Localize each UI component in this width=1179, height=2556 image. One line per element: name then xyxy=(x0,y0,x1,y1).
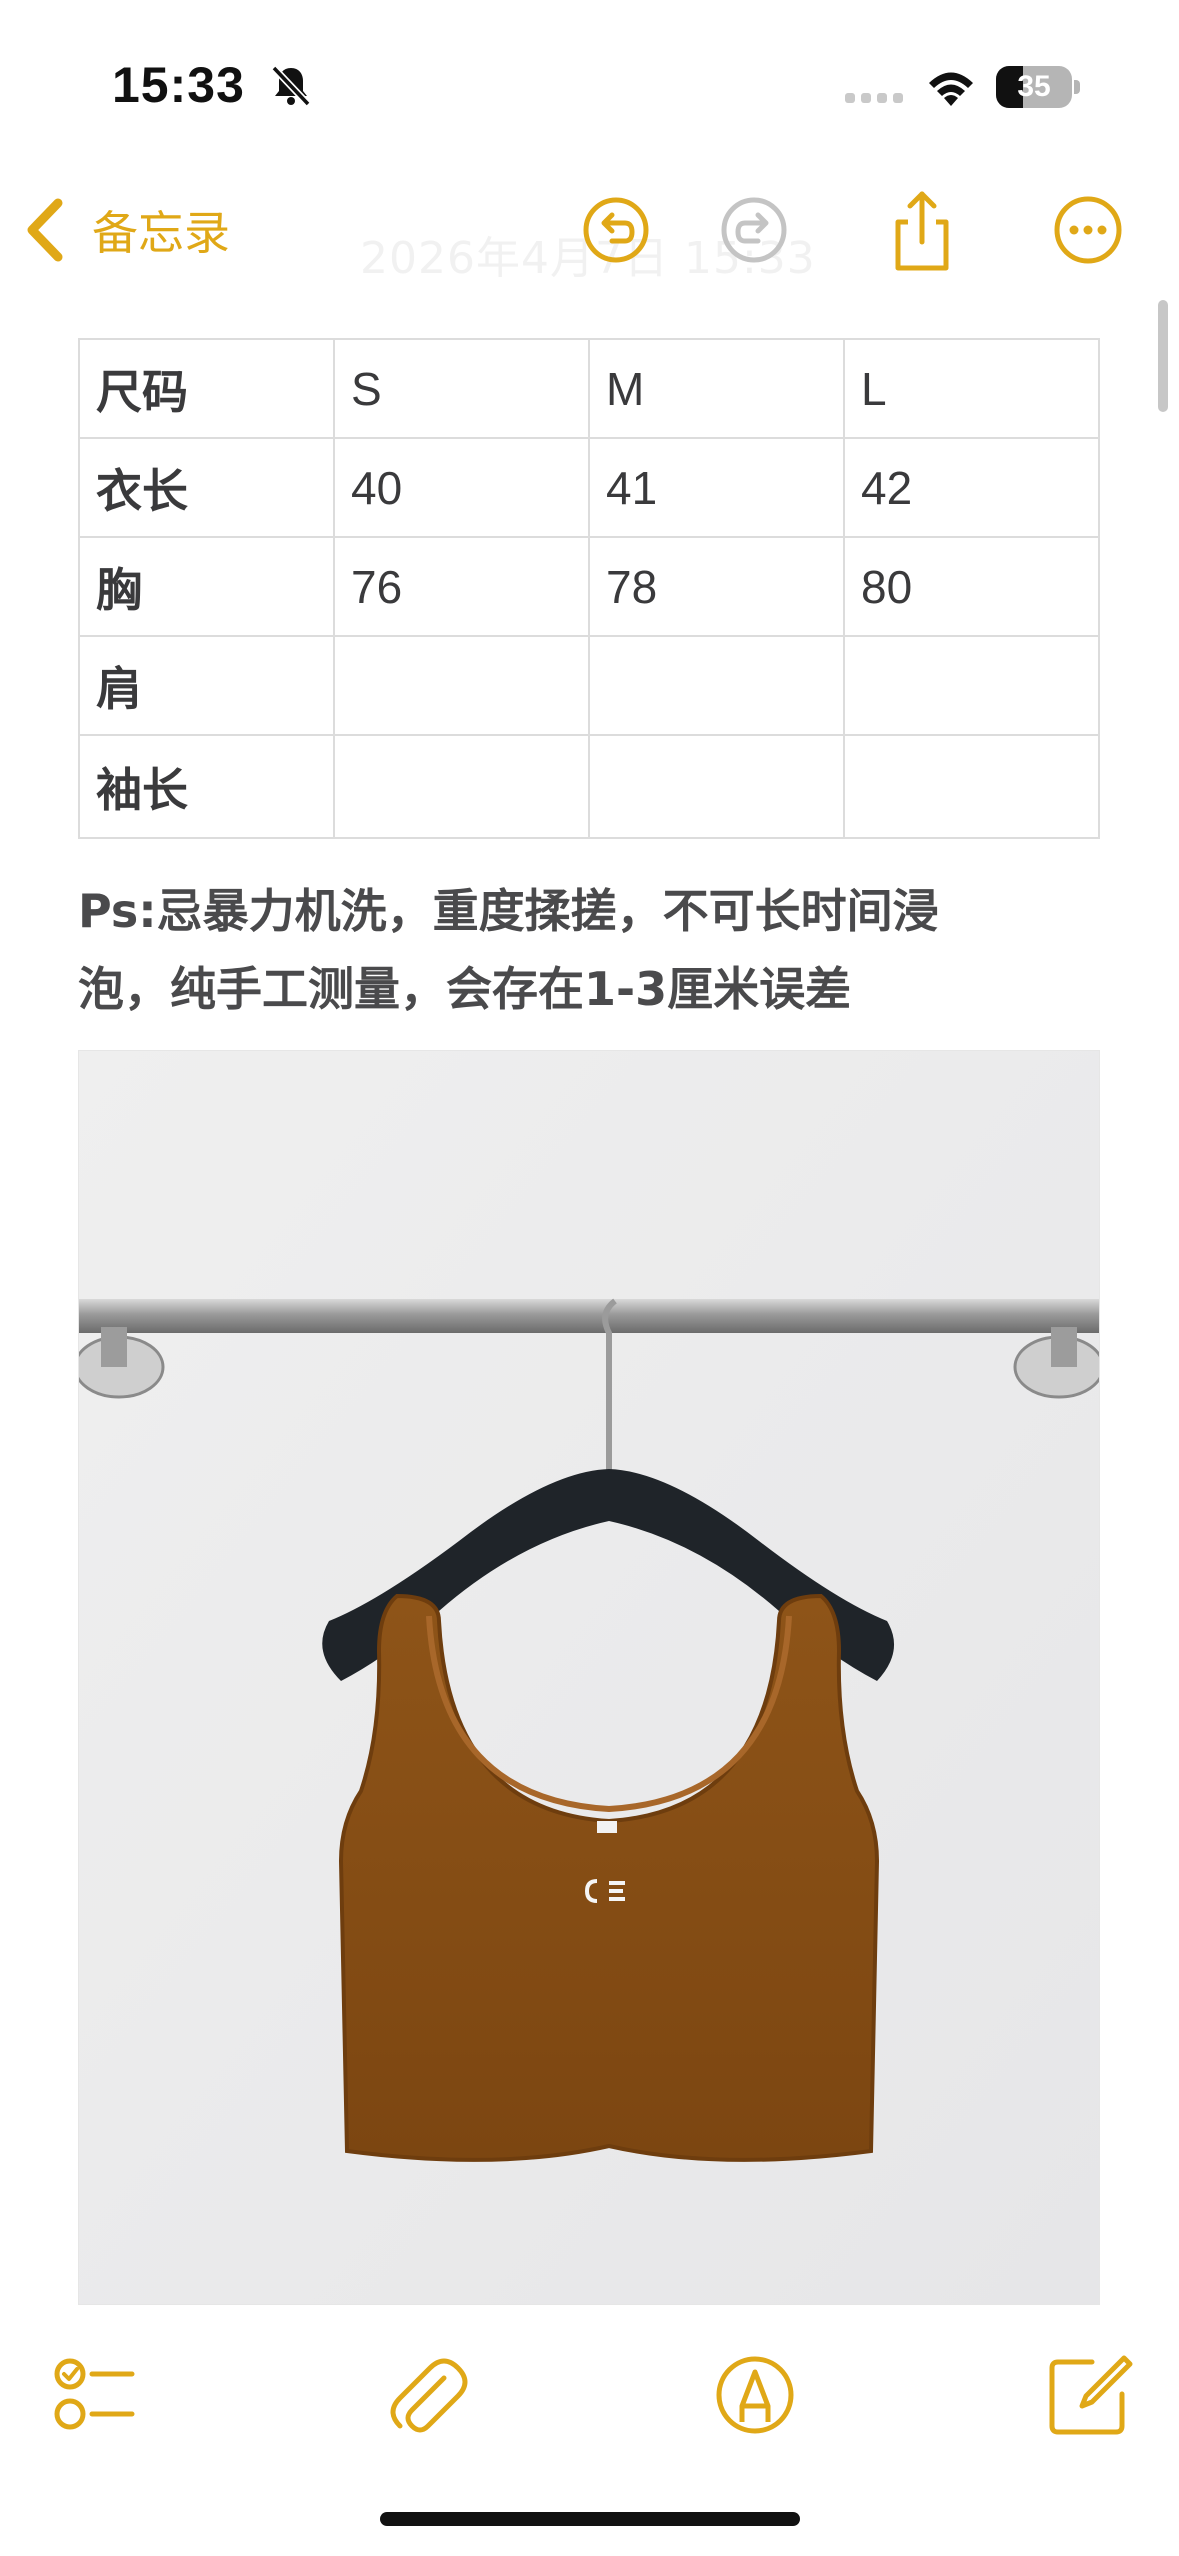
size-table: 尺码 S M L 衣长 40 41 42 胸 76 78 80 肩 袖长 xyxy=(78,338,1100,839)
checklist-icon[interactable] xyxy=(48,2350,138,2440)
redo-icon[interactable] xyxy=(710,186,798,274)
bottom-toolbar xyxy=(0,2310,1179,2510)
table-cell[interactable]: 78 xyxy=(588,536,845,637)
table-cell[interactable]: 衣长 xyxy=(78,437,335,538)
table-cell[interactable]: 42 xyxy=(843,437,1100,538)
table-cell[interactable]: 尺码 xyxy=(78,338,335,439)
chevron-left-icon xyxy=(27,198,63,262)
paperclip-icon[interactable] xyxy=(382,2350,472,2440)
product-photo[interactable] xyxy=(78,1050,1100,2305)
table-cell[interactable] xyxy=(843,734,1100,839)
more-icon[interactable] xyxy=(1044,186,1132,274)
home-indicator[interactable] xyxy=(380,2512,800,2526)
table-cell[interactable]: 肩 xyxy=(78,635,335,736)
table-cell[interactable]: 76 xyxy=(333,536,590,637)
note-body-text[interactable]: Ps:忌暴力机洗，重度揉搓，不可长时间浸 泡，纯手工测量，会存在1-3厘米误差 xyxy=(78,872,1108,1028)
back-label: 备忘录 xyxy=(92,206,230,260)
bell-slash-icon xyxy=(271,65,311,107)
table-cell[interactable] xyxy=(588,635,845,736)
table-cell[interactable] xyxy=(588,734,845,839)
table-cell[interactable] xyxy=(333,635,590,736)
table-cell[interactable]: 袖长 xyxy=(78,734,335,839)
note-line: 泡，纯手工测量，会存在1-3厘米误差 xyxy=(78,962,852,1016)
share-icon[interactable] xyxy=(878,186,966,274)
status-time: 15:33 xyxy=(112,57,245,113)
table-cell[interactable]: M xyxy=(588,338,845,439)
table-cell[interactable]: 41 xyxy=(588,437,845,538)
table-cell[interactable] xyxy=(333,734,590,839)
table-row: 尺码 S M L xyxy=(78,338,1100,439)
table-cell[interactable] xyxy=(843,635,1100,736)
battery-icon: 35 xyxy=(996,66,1080,108)
nav-bar: 2026年4月7日 15:33 备忘录 xyxy=(0,170,1179,290)
table-row: 衣长 40 41 42 xyxy=(78,437,1100,538)
scroll-indicator[interactable] xyxy=(1158,300,1168,412)
signal-icon xyxy=(845,93,903,103)
compose-icon[interactable] xyxy=(1044,2350,1134,2440)
back-button[interactable]: 备忘录 xyxy=(22,190,230,270)
status-bar: 15:33 35 xyxy=(0,0,1179,170)
table-cell[interactable]: 40 xyxy=(333,437,590,538)
battery-level: 35 xyxy=(1017,70,1051,103)
table-cell[interactable]: L xyxy=(843,338,1100,439)
table-cell[interactable]: 80 xyxy=(843,536,1100,637)
undo-icon[interactable] xyxy=(572,186,660,274)
table-cell[interactable]: 胸 xyxy=(78,536,335,637)
table-row: 肩 xyxy=(78,635,1100,736)
markup-pen-icon[interactable] xyxy=(710,2350,800,2440)
note-line: Ps:忌暴力机洗，重度揉搓，不可长时间浸 xyxy=(78,884,939,938)
table-cell[interactable]: S xyxy=(333,338,590,439)
table-row: 胸 76 78 80 xyxy=(78,536,1100,637)
table-row: 袖长 xyxy=(78,734,1100,839)
wifi-icon xyxy=(929,72,973,106)
